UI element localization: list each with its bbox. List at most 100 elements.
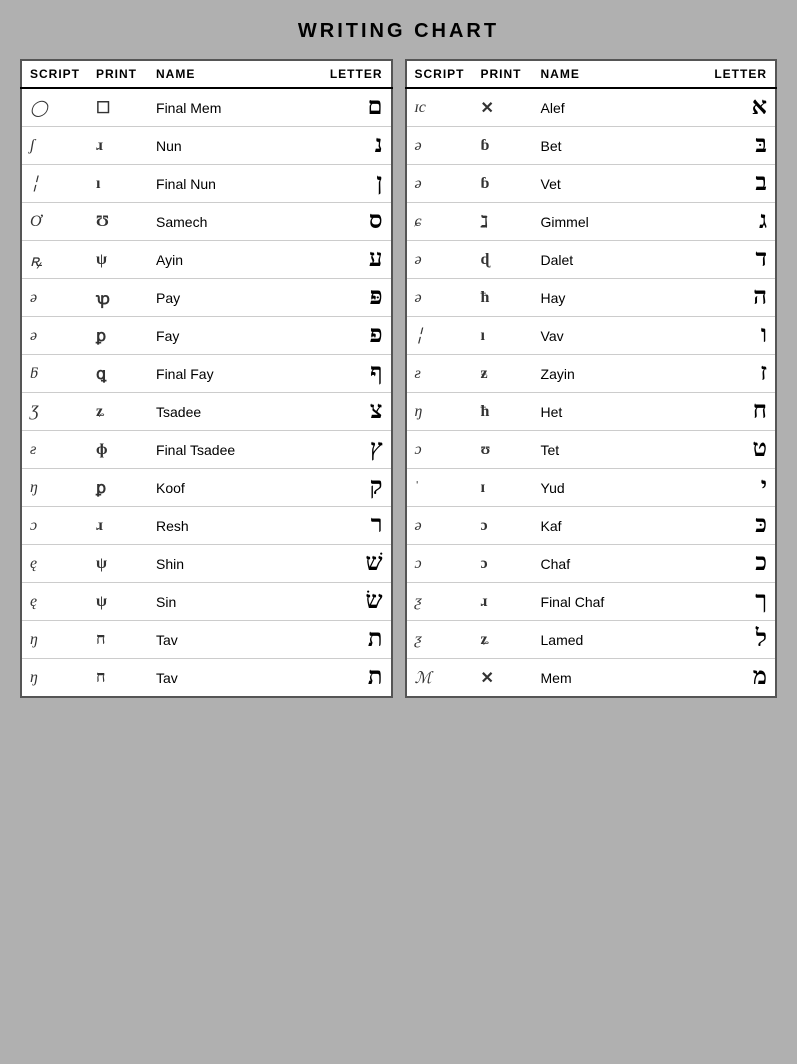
cell-name: Zayin [533, 355, 663, 393]
page-title: WRITING CHART [298, 20, 499, 43]
cell-letter: ז [663, 355, 776, 393]
cell-print: ψ [88, 545, 148, 583]
cell-letter: בּ [663, 127, 776, 165]
cell-print: ɖ [473, 241, 533, 279]
cell-print: ı [88, 165, 148, 203]
left-col-letter-header: Letter [289, 60, 392, 88]
cell-print: ɔ [473, 507, 533, 545]
cell-script: ɪc [406, 88, 473, 127]
cell-script: ƺ [406, 583, 473, 621]
cell-script: ˈ [406, 469, 473, 507]
cell-letter: ס [289, 203, 392, 241]
cell-name: Alef [533, 88, 663, 127]
cell-name: Fay [148, 317, 289, 355]
cell-script: ə [406, 279, 473, 317]
cell-name: Nun [148, 127, 289, 165]
table-row: ɔʊTetט [406, 431, 777, 469]
cell-letter: מ [663, 659, 776, 698]
cell-print: ɪ [473, 469, 533, 507]
cell-name: Dalet [533, 241, 663, 279]
table-row: ◯☐Final Memם [21, 88, 392, 127]
table-row: ƺʑLamedל [406, 621, 777, 659]
cell-script: ʃ [21, 127, 88, 165]
table-row: ęψShinשׁ [21, 545, 392, 583]
cell-print: ħ [473, 393, 533, 431]
cell-letter: ר [289, 507, 392, 545]
cell-print: ꝗ [88, 355, 148, 393]
cell-letter: ט [663, 431, 776, 469]
cell-name: Shin [148, 545, 289, 583]
cell-letter: ה [663, 279, 776, 317]
cell-print: ꝕ [88, 279, 148, 317]
left-col-script-header: Script [21, 60, 88, 88]
cell-letter: ק [289, 469, 392, 507]
cell-script: ę [21, 583, 88, 621]
tables-wrapper: Script Print Name Letter ◯☐Final MemםʃɹN… [20, 59, 777, 698]
cell-script: ꝶ [21, 241, 88, 279]
cell-name: Resh [148, 507, 289, 545]
cell-script: ╎ [21, 165, 88, 203]
cell-name: Tav [148, 621, 289, 659]
cell-print: ☐ [88, 88, 148, 127]
cell-letter: ץ [289, 431, 392, 469]
cell-script: ℳ [406, 659, 473, 698]
cell-name: Kaf [533, 507, 663, 545]
right-col-letter-header: Letter [663, 60, 776, 88]
cell-letter: ב [663, 165, 776, 203]
cell-name: Tsadee [148, 393, 289, 431]
cell-script: ƃ [21, 355, 88, 393]
cell-print: ꝑ [88, 469, 148, 507]
table-row: əħHayה [406, 279, 777, 317]
cell-script: ə [406, 241, 473, 279]
cell-letter: ל [663, 621, 776, 659]
cell-script: ɔ [21, 507, 88, 545]
cell-letter: ע [289, 241, 392, 279]
cell-script: ɔ [406, 431, 473, 469]
cell-script: ɔ [406, 545, 473, 583]
cell-print: ɹ [88, 507, 148, 545]
cell-print: ℷ [473, 203, 533, 241]
table-row: ŋחTavת [21, 621, 392, 659]
cell-print: ח [88, 621, 148, 659]
cell-letter: שׁ [289, 545, 392, 583]
cell-print: ʊ [473, 431, 533, 469]
cell-script: ╎ [406, 317, 473, 355]
cell-print: ı [473, 317, 533, 355]
table-row: ɕℷGimmelג [406, 203, 777, 241]
cell-script: ƺ [406, 621, 473, 659]
table-row: ɪc✕Alefא [406, 88, 777, 127]
cell-script: ə [21, 317, 88, 355]
cell-print: Ʊ [88, 203, 148, 241]
cell-name: Hay [533, 279, 663, 317]
cell-print: ƶ [473, 355, 533, 393]
cell-letter: ח [663, 393, 776, 431]
table-row: ŋħHetח [406, 393, 777, 431]
cell-name: Het [533, 393, 663, 431]
cell-name: Koof [148, 469, 289, 507]
cell-name: Ayin [148, 241, 289, 279]
cell-letter: ג [663, 203, 776, 241]
cell-print: ɸ [88, 431, 148, 469]
cell-letter: ך [663, 583, 776, 621]
cell-name: Final Fay [148, 355, 289, 393]
table-row: əɓVetב [406, 165, 777, 203]
right-col-print-header: Print [473, 60, 533, 88]
cell-letter: י [663, 469, 776, 507]
cell-script: ŋ [406, 393, 473, 431]
cell-script: ◯ [21, 88, 88, 127]
table-row: əɖDaletד [406, 241, 777, 279]
cell-letter: ם [289, 88, 392, 127]
cell-letter: ת [289, 621, 392, 659]
cell-print: ✕ [473, 88, 533, 127]
cell-name: Yud [533, 469, 663, 507]
cell-print: ח [88, 659, 148, 698]
cell-script: ę [21, 545, 88, 583]
cell-print: ψ [88, 241, 148, 279]
table-row: ℳ✕Memמ [406, 659, 777, 698]
cell-name: Final Mem [148, 88, 289, 127]
table-row: ╎ıVavו [406, 317, 777, 355]
cell-script: ŋ [21, 659, 88, 698]
right-col-script-header: Script [406, 60, 473, 88]
cell-name: Mem [533, 659, 663, 698]
cell-letter: ן [289, 165, 392, 203]
